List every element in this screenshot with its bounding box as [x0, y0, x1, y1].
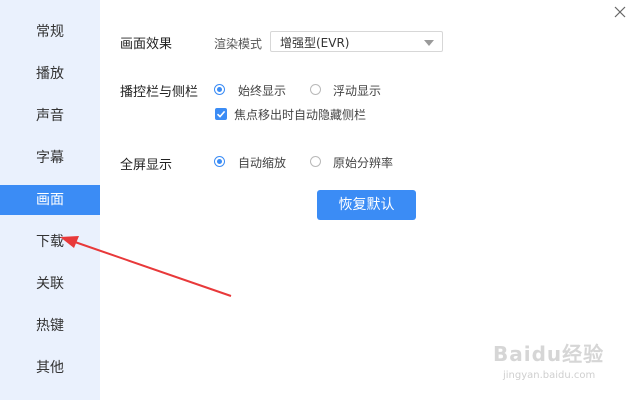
sidebar-item-hotkeys[interactable]: 热键 — [0, 311, 100, 341]
render-mode-value: 增强型(EVR) — [280, 36, 350, 50]
radio-always-show[interactable] — [214, 84, 225, 95]
original-resolution-label[interactable]: 原始分辨率 — [333, 154, 393, 171]
auto-scale-label[interactable]: 自动缩放 — [238, 154, 286, 171]
render-mode-select[interactable]: 增强型(EVR) — [270, 31, 443, 52]
float-show-label[interactable]: 浮动显示 — [333, 82, 381, 99]
always-show-label[interactable]: 始终显示 — [238, 82, 286, 99]
sidebar-item-other[interactable]: 其他 — [0, 353, 100, 383]
sidebar-item-general[interactable]: 常规 — [0, 17, 100, 47]
radio-auto-scale[interactable] — [214, 156, 225, 167]
render-mode-label: 渲染模式 — [214, 37, 263, 51]
chevron-down-icon — [424, 40, 434, 46]
checkmark-icon — [216, 110, 226, 118]
watermark-logo: Baidu经验 jingyan.baidu.com — [493, 338, 613, 388]
close-icon — [614, 6, 626, 18]
autohide-sidebar-checkbox[interactable] — [215, 108, 227, 120]
control-bar-label: 播控栏与侧栏 — [120, 85, 199, 100]
radio-original-resolution[interactable] — [310, 156, 321, 167]
sidebar-item-subtitles[interactable]: 字幕 — [0, 143, 100, 173]
settings-sidebar: 常规 播放 声音 字幕 画面 下载 关联 热键 其他 — [0, 0, 100, 400]
fullscreen-label: 全屏显示 — [120, 158, 173, 173]
close-button[interactable] — [612, 4, 628, 20]
watermark-text: Baidu经验 — [493, 342, 605, 366]
sidebar-item-picture[interactable]: 画面 — [0, 185, 100, 215]
sidebar-item-download[interactable]: 下载 — [0, 227, 100, 257]
sidebar-item-playback[interactable]: 播放 — [0, 59, 100, 89]
watermark-url: jingyan.baidu.com — [503, 370, 596, 381]
autohide-sidebar-label[interactable]: 焦点移出时自动隐藏侧栏 — [234, 106, 366, 123]
sidebar-item-audio[interactable]: 声音 — [0, 101, 100, 131]
sidebar-item-associations[interactable]: 关联 — [0, 269, 100, 299]
restore-defaults-button[interactable]: 恢复默认 — [317, 190, 416, 220]
radio-float-show[interactable] — [310, 84, 321, 95]
picture-effect-label: 画面效果 — [120, 37, 173, 52]
